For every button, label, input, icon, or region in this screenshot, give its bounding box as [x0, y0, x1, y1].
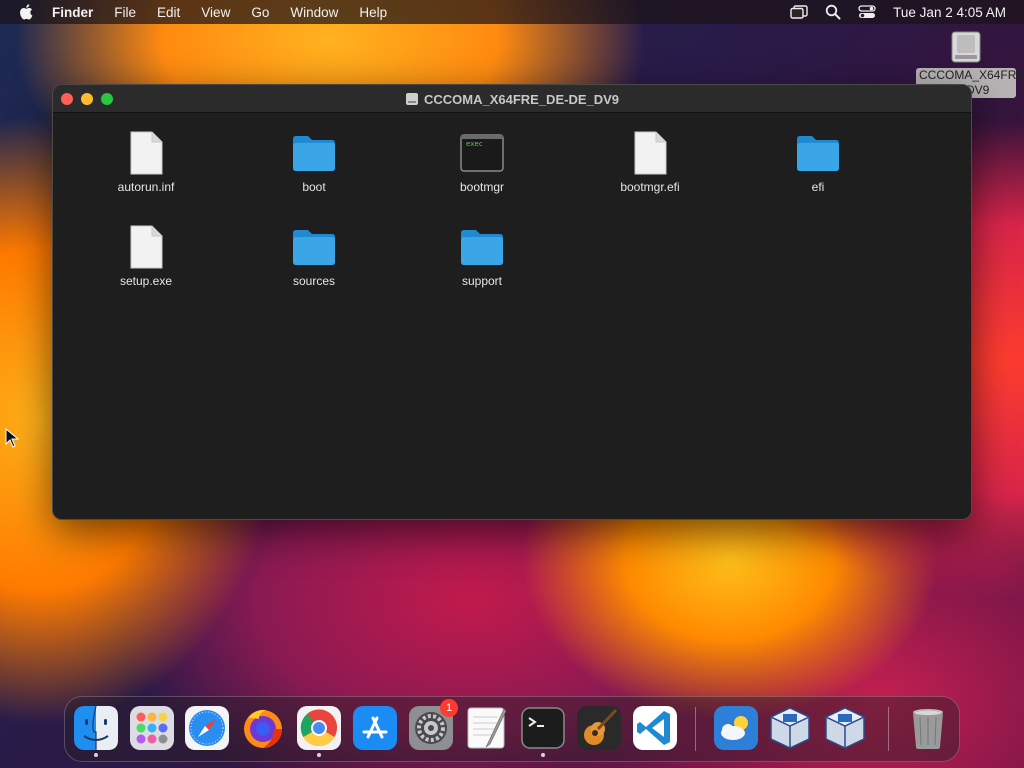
minimize-button[interactable]	[81, 92, 93, 105]
app-store-icon	[353, 706, 397, 750]
running-indicator	[94, 753, 98, 757]
zoom-button[interactable]	[101, 92, 113, 105]
notification-badge: 1	[440, 699, 458, 717]
file-label: bootmgr	[459, 180, 505, 194]
window-title: CCCOMA_X64FRE_DE-DE_DV9	[53, 85, 971, 113]
control-center-icon[interactable]	[857, 4, 877, 20]
document-icon	[626, 129, 674, 177]
file-item-bootmgr[interactable]: exec bootmgr	[417, 129, 547, 194]
window-titlebar[interactable]: CCCOMA_X64FRE_DE-DE_DV9	[53, 85, 971, 113]
file-item-efi[interactable]: efi	[753, 129, 883, 194]
file-label: bootmgr.efi	[620, 180, 680, 194]
menu-help[interactable]: Help	[359, 5, 387, 20]
vscode-icon	[633, 706, 677, 750]
dock-separator	[888, 707, 889, 751]
chrome-icon	[297, 706, 341, 750]
file-label: boot	[302, 180, 326, 194]
document-icon	[122, 129, 170, 177]
window-title-text: CCCOMA_X64FRE_DE-DE_DV9	[423, 91, 620, 107]
menu-bar: Finder File Edit View Go Window Help Tue…	[0, 0, 1024, 24]
dock-safari[interactable]	[184, 705, 230, 751]
menu-go[interactable]: Go	[251, 5, 269, 20]
dock-textedit[interactable]	[464, 705, 510, 751]
exec-icon-text: exec	[466, 140, 483, 148]
folder-icon	[458, 223, 506, 271]
virtualbox-vm-icon	[824, 707, 866, 749]
finder-window: CCCOMA_X64FRE_DE-DE_DV9 autorun.inf boot…	[52, 84, 972, 520]
file-item-setup-exe[interactable]: setup.exe	[81, 223, 211, 288]
disk-volume-icon	[951, 31, 981, 63]
file-item-autorun-inf[interactable]: autorun.inf	[81, 129, 211, 194]
textedit-icon	[467, 707, 507, 749]
document-icon	[122, 223, 170, 271]
menu-edit[interactable]: Edit	[157, 5, 180, 20]
folder-icon	[290, 129, 338, 177]
disk-volume-icon	[405, 93, 418, 105]
dock-finder[interactable]	[73, 705, 119, 757]
launchpad-icon	[130, 706, 174, 750]
folder-icon	[794, 129, 842, 177]
dock-firefox[interactable]	[240, 705, 286, 751]
file-label: setup.exe	[119, 274, 173, 288]
dock-separator	[695, 707, 696, 751]
dock-terminal[interactable]	[520, 705, 566, 757]
file-label: support	[461, 274, 503, 288]
firefox-icon	[244, 709, 282, 748]
dock-weather[interactable]	[713, 705, 759, 751]
virtualbox-icon	[769, 707, 811, 749]
menu-view[interactable]: View	[201, 5, 230, 20]
dock-vscode[interactable]	[632, 705, 678, 751]
weather-icon	[714, 706, 758, 750]
apple-menu-icon[interactable]	[18, 3, 36, 21]
dock-launchpad[interactable]	[129, 705, 175, 751]
dock-garageband[interactable]	[576, 705, 622, 751]
file-item-sources[interactable]: sources	[249, 223, 379, 288]
running-indicator	[317, 753, 321, 757]
menu-window[interactable]: Window	[290, 5, 338, 20]
exec-icon: exec	[458, 129, 506, 177]
trash-icon	[913, 709, 943, 749]
running-indicator	[541, 753, 545, 757]
safari-icon	[185, 706, 229, 750]
finder-icon	[74, 705, 118, 750]
spotlight-search-icon[interactable]	[823, 4, 843, 20]
screen-mirroring-icon[interactable]	[789, 4, 809, 20]
menu-clock[interactable]: Tue Jan 2 4:05 AM	[893, 5, 1006, 20]
dock-system-preferences[interactable]: 1	[408, 699, 458, 751]
file-label: autorun.inf	[117, 180, 175, 194]
file-item-bootmgr-efi[interactable]: bootmgr.efi	[585, 129, 715, 194]
dock: 1	[64, 696, 960, 762]
garageband-icon	[577, 706, 621, 750]
close-button[interactable]	[61, 92, 73, 105]
folder-icon	[290, 223, 338, 271]
file-item-support[interactable]: support	[417, 223, 547, 288]
file-label: sources	[292, 274, 336, 288]
dock-trash[interactable]	[905, 705, 951, 751]
menu-app-name[interactable]: Finder	[52, 5, 93, 20]
dock-virtualbox-vm[interactable]	[822, 705, 868, 751]
file-label: efi	[811, 180, 825, 194]
mouse-cursor-icon	[5, 428, 19, 448]
menu-file[interactable]: File	[114, 5, 136, 20]
terminal-icon	[521, 707, 565, 749]
dock-virtualbox[interactable]	[767, 705, 813, 751]
file-item-boot[interactable]: boot	[249, 129, 379, 194]
dock-chrome[interactable]	[296, 705, 342, 757]
dock-app-store[interactable]	[352, 705, 398, 751]
